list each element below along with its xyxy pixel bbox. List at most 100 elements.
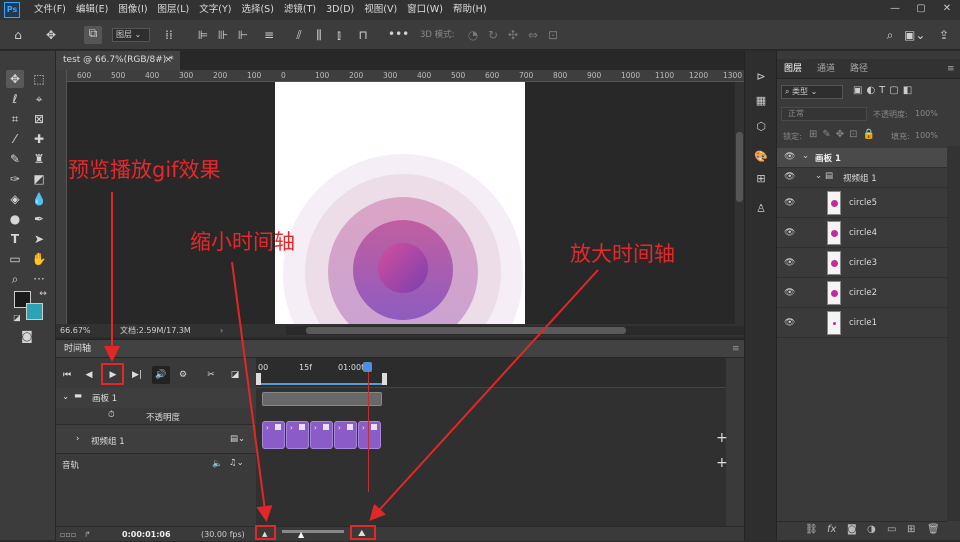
tab-close-icon[interactable]: × (164, 51, 172, 70)
work-area-end-handle[interactable] (382, 373, 387, 385)
layer-row-circle2[interactable]: 👁 circle2 (777, 278, 947, 308)
lock-icons[interactable]: ⊞✎✥⊡🔒 (809, 129, 880, 140)
tab-layers[interactable]: 图层 (784, 59, 802, 79)
minimize-button[interactable]: — (882, 0, 908, 18)
filter-kind-dropdown[interactable]: ⌕ 类型 ⌄ (781, 85, 843, 99)
chevron-down-icon[interactable]: ⌄ (62, 392, 69, 402)
menu-filter[interactable]: 滤镜(T) (284, 0, 316, 20)
healing-brush-icon[interactable]: ✚ (30, 130, 48, 148)
layer-row-circle4[interactable]: 👁 circle4 (777, 218, 947, 248)
video-group-track[interactable]: › 视频组 1 ▤⌄ (56, 424, 256, 454)
transition-icon[interactable]: ◪ (226, 366, 244, 384)
color-palette-icon[interactable]: 🎨 (753, 149, 769, 165)
eye-icon[interactable]: 👁 (784, 172, 795, 182)
work-area-bar[interactable] (260, 375, 384, 385)
eye-icon[interactable]: 👁 (784, 152, 795, 162)
eraser-tool-icon[interactable]: ◩ (30, 170, 48, 188)
timeline-zoom-slider[interactable] (282, 530, 344, 533)
film-icon[interactable]: ▤⌄ (230, 434, 245, 444)
fx-icon[interactable]: fx (827, 524, 836, 535)
transform-controls-icon[interactable]: ⁞⁞ (160, 28, 178, 42)
menu-layer[interactable]: 图层(L) (158, 0, 190, 20)
vertical-scrollbar[interactable] (735, 82, 744, 324)
panel-menu-icon[interactable]: ≡ (732, 340, 740, 358)
go-first-frame-icon[interactable]: ⏮ (58, 366, 76, 384)
distribute-middle-icon[interactable]: ⫼ (312, 28, 326, 42)
lasso-tool-icon[interactable]: ℓ (6, 90, 24, 108)
character-icon[interactable]: ♙ (753, 201, 769, 217)
eye-icon[interactable]: 👁 (784, 228, 795, 238)
clone-stamp-icon[interactable]: ♜ (30, 150, 48, 168)
delete-layer-icon[interactable]: 🗑 (927, 524, 940, 535)
clip-circle5[interactable]: › (358, 421, 381, 449)
eye-icon[interactable]: 👁 (784, 318, 795, 328)
panel-menu-icon[interactable]: ≡ (947, 59, 955, 79)
paint-bucket-icon[interactable]: ◈ (6, 190, 24, 208)
type-tool-icon[interactable]: T (6, 230, 24, 248)
menu-select[interactable]: 选择(S) (241, 0, 273, 20)
layers-scrollbar[interactable] (947, 146, 960, 521)
share-icon[interactable]: ⇪ (936, 28, 952, 42)
search-icon[interactable]: ⌕ (882, 28, 898, 42)
timeline-track-area[interactable]: 00 15f 01:00f › › › › › (256, 358, 726, 528)
align-center-icon[interactable]: ⊪ (216, 28, 230, 42)
artboard-track[interactable]: ⌄ ▬ 画板 1 (56, 388, 256, 408)
audio-track[interactable]: 音轨 🔈 ♫⌄ (56, 454, 256, 476)
brush-tool-icon[interactable]: ✎ (6, 150, 24, 168)
more-options-icon[interactable]: ••• (388, 27, 409, 41)
3d-pan-icon[interactable]: ✣ (506, 28, 520, 42)
settings-gear-icon[interactable]: ⚙ (174, 366, 192, 384)
crop-tool-icon[interactable]: ⌗ (6, 110, 24, 128)
close-button[interactable]: ✕ (934, 0, 960, 18)
pen-tool-icon[interactable]: ✒ (30, 210, 48, 228)
3d-cube-icon[interactable]: ⬡ (753, 119, 769, 135)
eye-icon[interactable]: 👁 (784, 258, 795, 268)
music-note-icon[interactable]: ♫⌄ (229, 458, 244, 468)
zoom-level[interactable]: 66.67% (60, 324, 91, 337)
blend-mode-dropdown[interactable]: 正常 (781, 107, 867, 121)
distribute-spacing-icon[interactable]: ⊓ (356, 28, 370, 42)
workspace-icon[interactable]: ▣⌄ (904, 28, 925, 42)
artboard-clip[interactable] (262, 392, 382, 406)
split-scissors-icon[interactable]: ✂ (202, 366, 220, 384)
rectangle-tool-icon[interactable]: ▭ (6, 250, 24, 268)
menu-help[interactable]: 帮助(H) (453, 0, 487, 20)
opacity-track[interactable]: ⏱ 不透明度 (56, 408, 256, 424)
dodge-tool-icon[interactable]: ● (6, 210, 24, 228)
zoom-tool-icon[interactable]: ⌕ (6, 270, 24, 288)
link-layers-icon[interactable]: ⛓ (805, 524, 818, 535)
opacity-value[interactable]: 100% (915, 109, 938, 118)
chevron-down-icon[interactable]: ⌄ (815, 171, 822, 181)
zoom-slider-thumb[interactable]: ▲ (298, 529, 304, 541)
tab-channels[interactable]: 通道 (817, 59, 835, 79)
add-audio-button[interactable]: + (716, 455, 728, 471)
frame-tool-icon[interactable]: ⊠ (30, 110, 48, 128)
3d-orbit-icon[interactable]: ◔ (466, 28, 480, 42)
document-tab[interactable]: test @ 66.7%(RGB/8#) * × (56, 51, 180, 70)
add-video-button[interactable]: + (716, 430, 728, 446)
artboard[interactable] (275, 82, 525, 324)
distribute-bottom-icon[interactable]: ⫾ (332, 28, 346, 42)
marquee-tool-icon[interactable]: ⬚ (30, 70, 48, 88)
blur-tool-icon[interactable]: 💧 (30, 190, 48, 208)
playhead-handle[interactable] (363, 362, 372, 372)
add-mask-icon[interactable]: ◙ (847, 524, 857, 535)
scroll-thumb[interactable] (306, 327, 626, 334)
layer-row-circle3[interactable]: 👁 circle3 (777, 248, 947, 278)
3d-roll-icon[interactable]: ↻ (486, 28, 500, 42)
tab-paths[interactable]: 路径 (850, 59, 868, 79)
menu-file[interactable]: 文件(F) (34, 0, 66, 20)
maximize-button[interactable]: ▢ (908, 0, 934, 18)
eye-icon[interactable]: 👁 (784, 198, 795, 208)
3d-slide-icon[interactable]: ⇔ (526, 28, 540, 42)
background-color-swatch[interactable] (26, 303, 43, 320)
layer-row-circle5[interactable]: 👁 circle5 (777, 188, 947, 218)
swap-colors-icon[interactable]: ↔ (34, 285, 52, 303)
menu-window[interactable]: 窗口(W) (407, 0, 443, 20)
work-area-start-handle[interactable] (256, 373, 261, 385)
clip-circle3[interactable]: › (310, 421, 333, 449)
timeline-ruler[interactable]: 00 15f 01:00f (256, 358, 726, 388)
align-right-icon[interactable]: ⊩ (236, 28, 250, 42)
menu-type[interactable]: 文字(Y) (199, 0, 231, 20)
menu-view[interactable]: 视图(V) (364, 0, 397, 20)
